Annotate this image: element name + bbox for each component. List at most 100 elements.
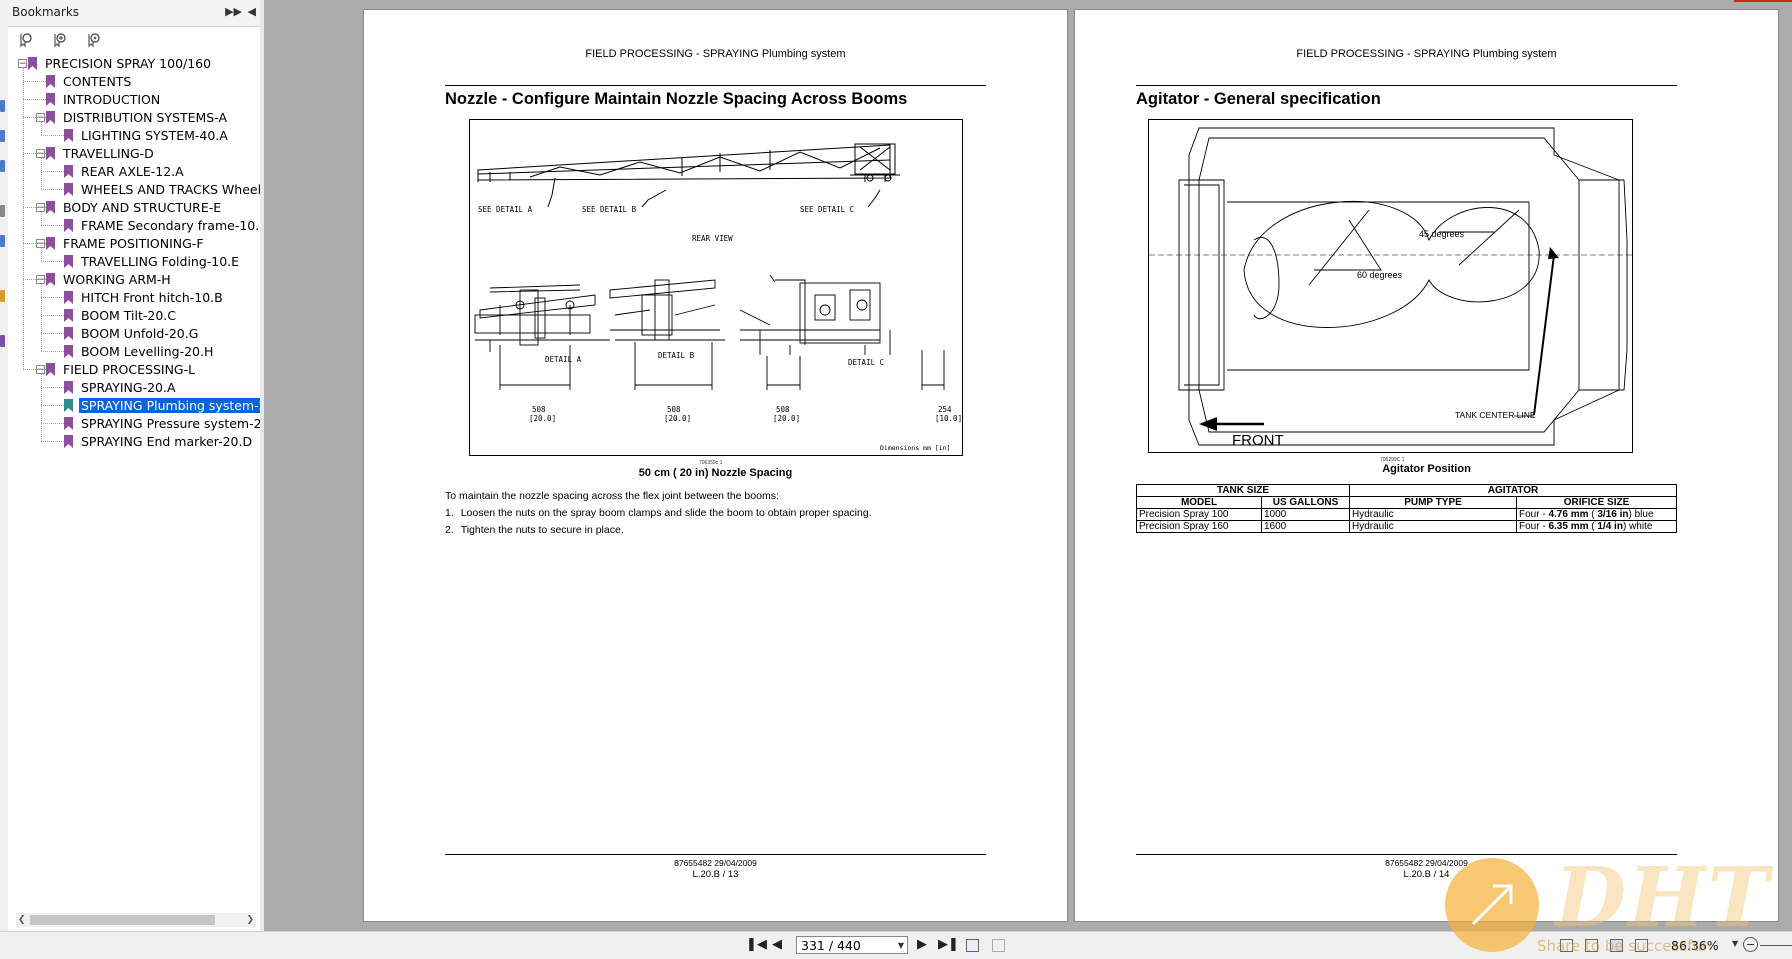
window-close-edge[interactable] bbox=[1734, 0, 1792, 2]
footer-page-number: L.20.B / 13 bbox=[692, 869, 739, 880]
orifice-prefix: Four - bbox=[1519, 509, 1549, 520]
scroll-left-icon[interactable]: ❮ bbox=[18, 913, 26, 927]
intro-text: To maintain the nozzle spacing across th… bbox=[445, 490, 779, 502]
tree-connector bbox=[41, 189, 64, 190]
bookmark-flag-icon bbox=[64, 165, 73, 178]
dim-b-in: [20.0] bbox=[664, 414, 691, 423]
dim-a-in: [20.0] bbox=[529, 414, 556, 423]
gallons-cell: 1000 bbox=[1261, 508, 1350, 521]
attachments-icon[interactable] bbox=[0, 160, 5, 172]
first-page-icon[interactable]: ❚◀ bbox=[746, 938, 767, 952]
bookmark-item[interactable]: CONTENTS bbox=[46, 72, 133, 90]
dimension-units-label: Dimensions mm [in] bbox=[880, 444, 950, 452]
new-bookmark-icon[interactable] bbox=[52, 32, 68, 48]
bookmark-item[interactable]: HITCH Front hitch-10.B bbox=[64, 288, 225, 306]
orifice-mm: 6.35 mm bbox=[1548, 521, 1589, 532]
bookmark-item[interactable]: PRECISION SPRAY 100/160 bbox=[28, 54, 213, 72]
bookmark-item[interactable]: BOOM Tilt-20.C bbox=[64, 306, 178, 324]
page-number-input[interactable]: 331 / 440 ▼ bbox=[796, 936, 908, 954]
previous-view-icon[interactable] bbox=[966, 939, 979, 952]
page-indicator: 331 / 440 bbox=[801, 938, 861, 953]
bookmark-item[interactable]: FRAME Secondary frame-10.C bbox=[64, 216, 261, 234]
table-header: PUMP TYPE bbox=[1349, 496, 1517, 509]
bookmark-flag-icon bbox=[46, 363, 55, 376]
bookmark-label: FRAME Secondary frame-10.C bbox=[81, 217, 261, 233]
orifice-suffix: ) blue bbox=[1628, 509, 1654, 520]
dim-c: 508 bbox=[776, 405, 790, 414]
bookmark-item[interactable]: REAR AXLE-12.A bbox=[64, 162, 186, 180]
detail-b-label: DETAIL B bbox=[658, 351, 695, 360]
bookmark-flag-icon bbox=[28, 57, 37, 70]
table-group-header-row: TANK SIZE AGITATOR bbox=[1136, 484, 1677, 497]
table-header-row: MODEL US GALLONS PUMP TYPE ORIFICE SIZE bbox=[1136, 496, 1677, 509]
bookmark-item[interactable]: FRAME POSITIONING-F bbox=[46, 234, 206, 252]
bookmark-flag-icon bbox=[64, 219, 73, 232]
panel-splitter[interactable] bbox=[260, 0, 264, 931]
bookmark-item[interactable]: SPRAYING Plumbing system-20 bbox=[64, 396, 260, 414]
see-detail-c-label: SEE DETAIL C bbox=[800, 205, 854, 214]
scrollbar-thumb[interactable] bbox=[30, 915, 215, 925]
dim-c-in: [20.0] bbox=[773, 414, 800, 423]
layers-icon[interactable] bbox=[0, 205, 5, 217]
bookmark-item[interactable]: SPRAYING Pressure system-20. bbox=[64, 414, 260, 432]
bookmark-item[interactable]: FIELD PROCESSING-L bbox=[46, 360, 197, 378]
tree-connector bbox=[41, 315, 64, 316]
header-rule bbox=[1136, 85, 1677, 86]
bookmark-item[interactable]: BOOM Levelling-20.H bbox=[64, 342, 215, 360]
tree-connector bbox=[41, 297, 64, 298]
bookmark-item[interactable]: LIGHTING SYSTEM-40.A bbox=[64, 126, 230, 144]
bookmark-flag-icon bbox=[64, 255, 73, 268]
bookmark-item[interactable]: SPRAYING End marker-20.D bbox=[64, 432, 254, 450]
bookmark-label: BOOM Levelling-20.H bbox=[81, 343, 214, 359]
step-number: 1. bbox=[445, 507, 454, 519]
next-page-icon[interactable]: ▶ bbox=[917, 938, 927, 952]
step-number: 2. bbox=[445, 524, 454, 536]
bookmark-item[interactable]: SPRAYING-20.A bbox=[64, 378, 178, 396]
double-chevron-right-icon[interactable]: ▶▶ bbox=[225, 5, 242, 18]
bookmark-item[interactable]: BOOM Unfold-20.G bbox=[64, 324, 200, 342]
tree-guide-line bbox=[23, 68, 24, 369]
bookmark-flag-icon bbox=[64, 291, 73, 304]
bookmark-item[interactable]: BODY AND STRUCTURE-E bbox=[46, 198, 223, 216]
page-thumbnails-icon[interactable] bbox=[0, 100, 5, 112]
bookmark-item[interactable]: DISTRIBUTION SYSTEMS-A bbox=[46, 108, 229, 126]
dim-d: 254 bbox=[938, 405, 952, 414]
last-page-icon[interactable]: ▶❚ bbox=[938, 938, 959, 952]
bookmarks-tab-icon[interactable] bbox=[0, 130, 5, 142]
bookmark-item[interactable]: WHEELS AND TRACKS Wheels- bbox=[64, 180, 260, 198]
bookmark-label: SPRAYING-20.A bbox=[81, 379, 176, 395]
previous-page-icon[interactable]: ◀ bbox=[772, 938, 782, 952]
bookmark-item[interactable]: WORKING ARM-H bbox=[46, 270, 173, 288]
bookmark-label: TRAVELLING Folding-10.E bbox=[81, 253, 240, 269]
bookmark-flag-icon bbox=[64, 381, 73, 394]
bookmark-label: CONTENTS bbox=[63, 73, 132, 89]
bookmark-label: FIELD PROCESSING-L bbox=[63, 361, 196, 377]
triangle-left-icon[interactable]: ◀ bbox=[248, 5, 256, 18]
search-panel-icon[interactable] bbox=[0, 335, 5, 347]
front-label: FRONT bbox=[1232, 432, 1284, 449]
bookmark-item[interactable]: TRAVELLING-D bbox=[46, 144, 156, 162]
footer-doc-number: 87655482 29/04/2009 bbox=[674, 858, 757, 868]
tank-drawing: 45 degrees 60 degrees TANK CENTER LINE F… bbox=[1149, 127, 1632, 449]
find-bookmark-icon[interactable] bbox=[86, 32, 102, 48]
bookmark-label: DISTRIBUTION SYSTEMS-A bbox=[63, 109, 228, 125]
table-group-header: TANK SIZE bbox=[1136, 484, 1350, 497]
next-view-icon[interactable] bbox=[992, 939, 1005, 952]
scroll-right-icon[interactable]: ❯ bbox=[246, 913, 254, 927]
table-group-header: AGITATOR bbox=[1349, 484, 1677, 497]
bookmark-item[interactable]: INTRODUCTION bbox=[46, 90, 162, 108]
bookmark-flag-icon bbox=[64, 129, 73, 142]
collapse-toggle-icon[interactable]: − bbox=[18, 59, 27, 69]
tree-guide-line bbox=[41, 284, 42, 351]
bookmark-item[interactable]: TRAVELLING Folding-10.E bbox=[64, 252, 241, 270]
chevron-down-icon[interactable]: ▼ bbox=[898, 937, 904, 955]
bookmark-label: REAR AXLE-12.A bbox=[81, 163, 184, 179]
rear-view-label: REAR VIEW bbox=[692, 234, 733, 243]
comments-icon[interactable] bbox=[0, 235, 5, 247]
horizontal-scrollbar[interactable]: ❮ ❯ bbox=[16, 913, 256, 927]
bookmark-options-icon[interactable] bbox=[18, 32, 34, 48]
footer-rule bbox=[445, 854, 986, 855]
tree-guide-line bbox=[41, 374, 42, 441]
pump-cell: Hydraulic bbox=[1349, 520, 1517, 533]
signatures-icon[interactable] bbox=[0, 290, 5, 302]
